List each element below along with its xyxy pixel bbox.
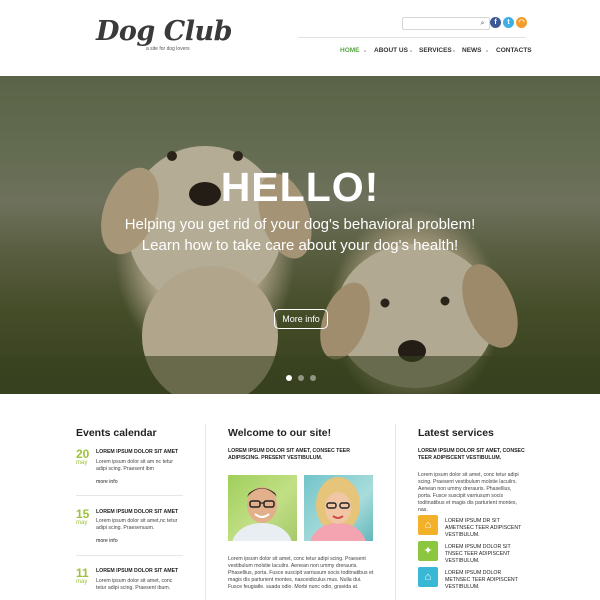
site-tagline: a site for dog lovers	[146, 46, 190, 52]
event-day: 20	[76, 447, 90, 461]
slider-dot[interactable]	[310, 375, 316, 381]
services-heading: LOREM IPSUM DOLOR SIT AMET, CONSEC TEER …	[418, 448, 525, 461]
event-divider	[76, 495, 183, 496]
column-divider	[395, 424, 396, 600]
woman-photo	[304, 475, 373, 541]
nav-services[interactable]: SERVICES	[419, 47, 452, 54]
event-more-link[interactable]: more info	[96, 479, 118, 485]
services-title: Latest services	[418, 427, 494, 439]
services-intro: Lorem ipsum dolor sit amet, conc tetur a…	[418, 472, 519, 513]
bone-icon[interactable]: ✦	[418, 541, 438, 561]
event-text: Lorem ipsum dolor sit am nc tetur adipi …	[96, 459, 173, 472]
man-photo	[228, 475, 297, 541]
facebook-icon[interactable]: f	[490, 17, 501, 28]
event-month: may	[76, 460, 88, 466]
dog-house-icon[interactable]: ⌂	[418, 515, 438, 535]
event-title[interactable]: LOREM IPSUM DOLOR SIT AMET	[96, 509, 178, 515]
nav-separator	[410, 50, 412, 52]
welcome-title: Welcome to our site!	[228, 427, 332, 439]
pet-house-icon[interactable]: ⌂	[418, 567, 438, 587]
service-item-text[interactable]: LOREM IPSUM DOLOR SIT TNSEC TEER ADIPISC…	[445, 544, 527, 565]
welcome-heading: LOREM IPSUM DOLOR SIT AMET, CONSEC TEER …	[228, 448, 351, 461]
nav-news[interactable]: NEWS	[462, 47, 482, 54]
event-day: 15	[76, 507, 90, 521]
hero-subtitle: Helping you get rid of your dog's behavi…	[124, 216, 476, 233]
hero-subtitle: Learn how to take care about your dog's …	[141, 237, 459, 254]
welcome-text: Lorem ipsum dolor sit amet, conc tetur a…	[228, 556, 374, 590]
hero-slider: HELLO! Helping you get rid of your dog's…	[0, 76, 600, 394]
event-day: 11	[76, 566, 89, 580]
event-title[interactable]: LOREM IPSUM DOLOR SIT AMET	[96, 449, 178, 455]
nav-separator	[486, 50, 488, 52]
event-divider	[76, 555, 183, 556]
nav-separator	[364, 50, 366, 52]
slider-dot[interactable]	[298, 375, 304, 381]
event-title[interactable]: LOREM IPSUM DOLOR SIT AMET	[96, 568, 178, 574]
service-item-text[interactable]: LOREM IPSUM DOLOR METNSEC TEER ADIPISCEN…	[445, 570, 527, 591]
event-text: Lorem ipsum dolor sit amet, conc tetur a…	[96, 578, 173, 591]
nav-separator	[453, 50, 455, 52]
nav-contacts[interactable]: CONTACTS	[496, 47, 532, 54]
event-month: may	[76, 579, 88, 585]
hero-more-info-button[interactable]: More info	[274, 309, 328, 329]
search-icon[interactable]: ⌕	[478, 18, 487, 29]
nav-about-us[interactable]: ABOUT US	[374, 47, 408, 54]
search-input[interactable]: ⌕	[402, 17, 490, 30]
nav-divider	[298, 37, 526, 38]
event-month: may	[76, 520, 88, 526]
twitter-icon[interactable]: t	[503, 17, 514, 28]
events-title: Events calendar	[76, 427, 157, 439]
hero-overlay	[0, 76, 600, 394]
event-text: Lorem ipsum dolor sit amet,nc tetur adip…	[96, 518, 178, 531]
slider-dot-active[interactable]	[286, 375, 292, 381]
event-more-link[interactable]: more info	[96, 538, 118, 544]
nav-home[interactable]: HOME	[340, 47, 360, 54]
service-item-text[interactable]: LOREM IPSUM DR SIT AMETNSEC TEER ADIPISC…	[445, 518, 527, 539]
site-header: Dog Club a site for dog lovers ⌕ f t ◠ H…	[0, 0, 600, 76]
site-logo[interactable]: Dog Club	[96, 16, 232, 47]
hero-title: HELLO!	[220, 164, 380, 210]
rss-icon[interactable]: ◠	[516, 17, 527, 28]
column-divider	[205, 424, 206, 600]
